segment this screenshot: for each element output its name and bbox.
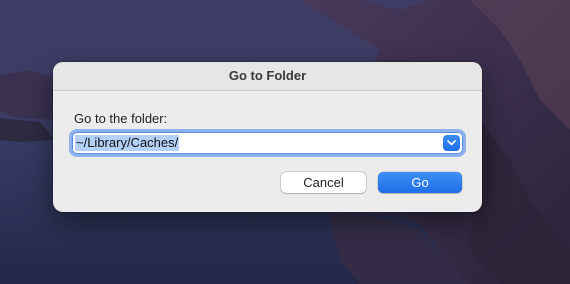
chevron-down-icon [447,140,456,146]
folder-path-input[interactable]: ~/Library/Caches/ [75,135,180,151]
cancel-button[interactable]: Cancel [281,172,366,193]
go-to-folder-dialog: Go to Folder Go to the folder: ~/Library… [53,62,482,212]
dialog-titlebar: Go to Folder [53,62,482,91]
go-button[interactable]: Go [378,172,462,193]
path-history-dropdown-button[interactable] [443,135,460,151]
folder-path-combobox[interactable]: ~/Library/Caches/ [72,132,463,154]
folder-prompt-label: Go to the folder: [74,111,168,126]
dialog-title: Go to Folder [228,68,307,83]
folder-path-selected-text: ~/Library/Caches/ [75,135,180,151]
